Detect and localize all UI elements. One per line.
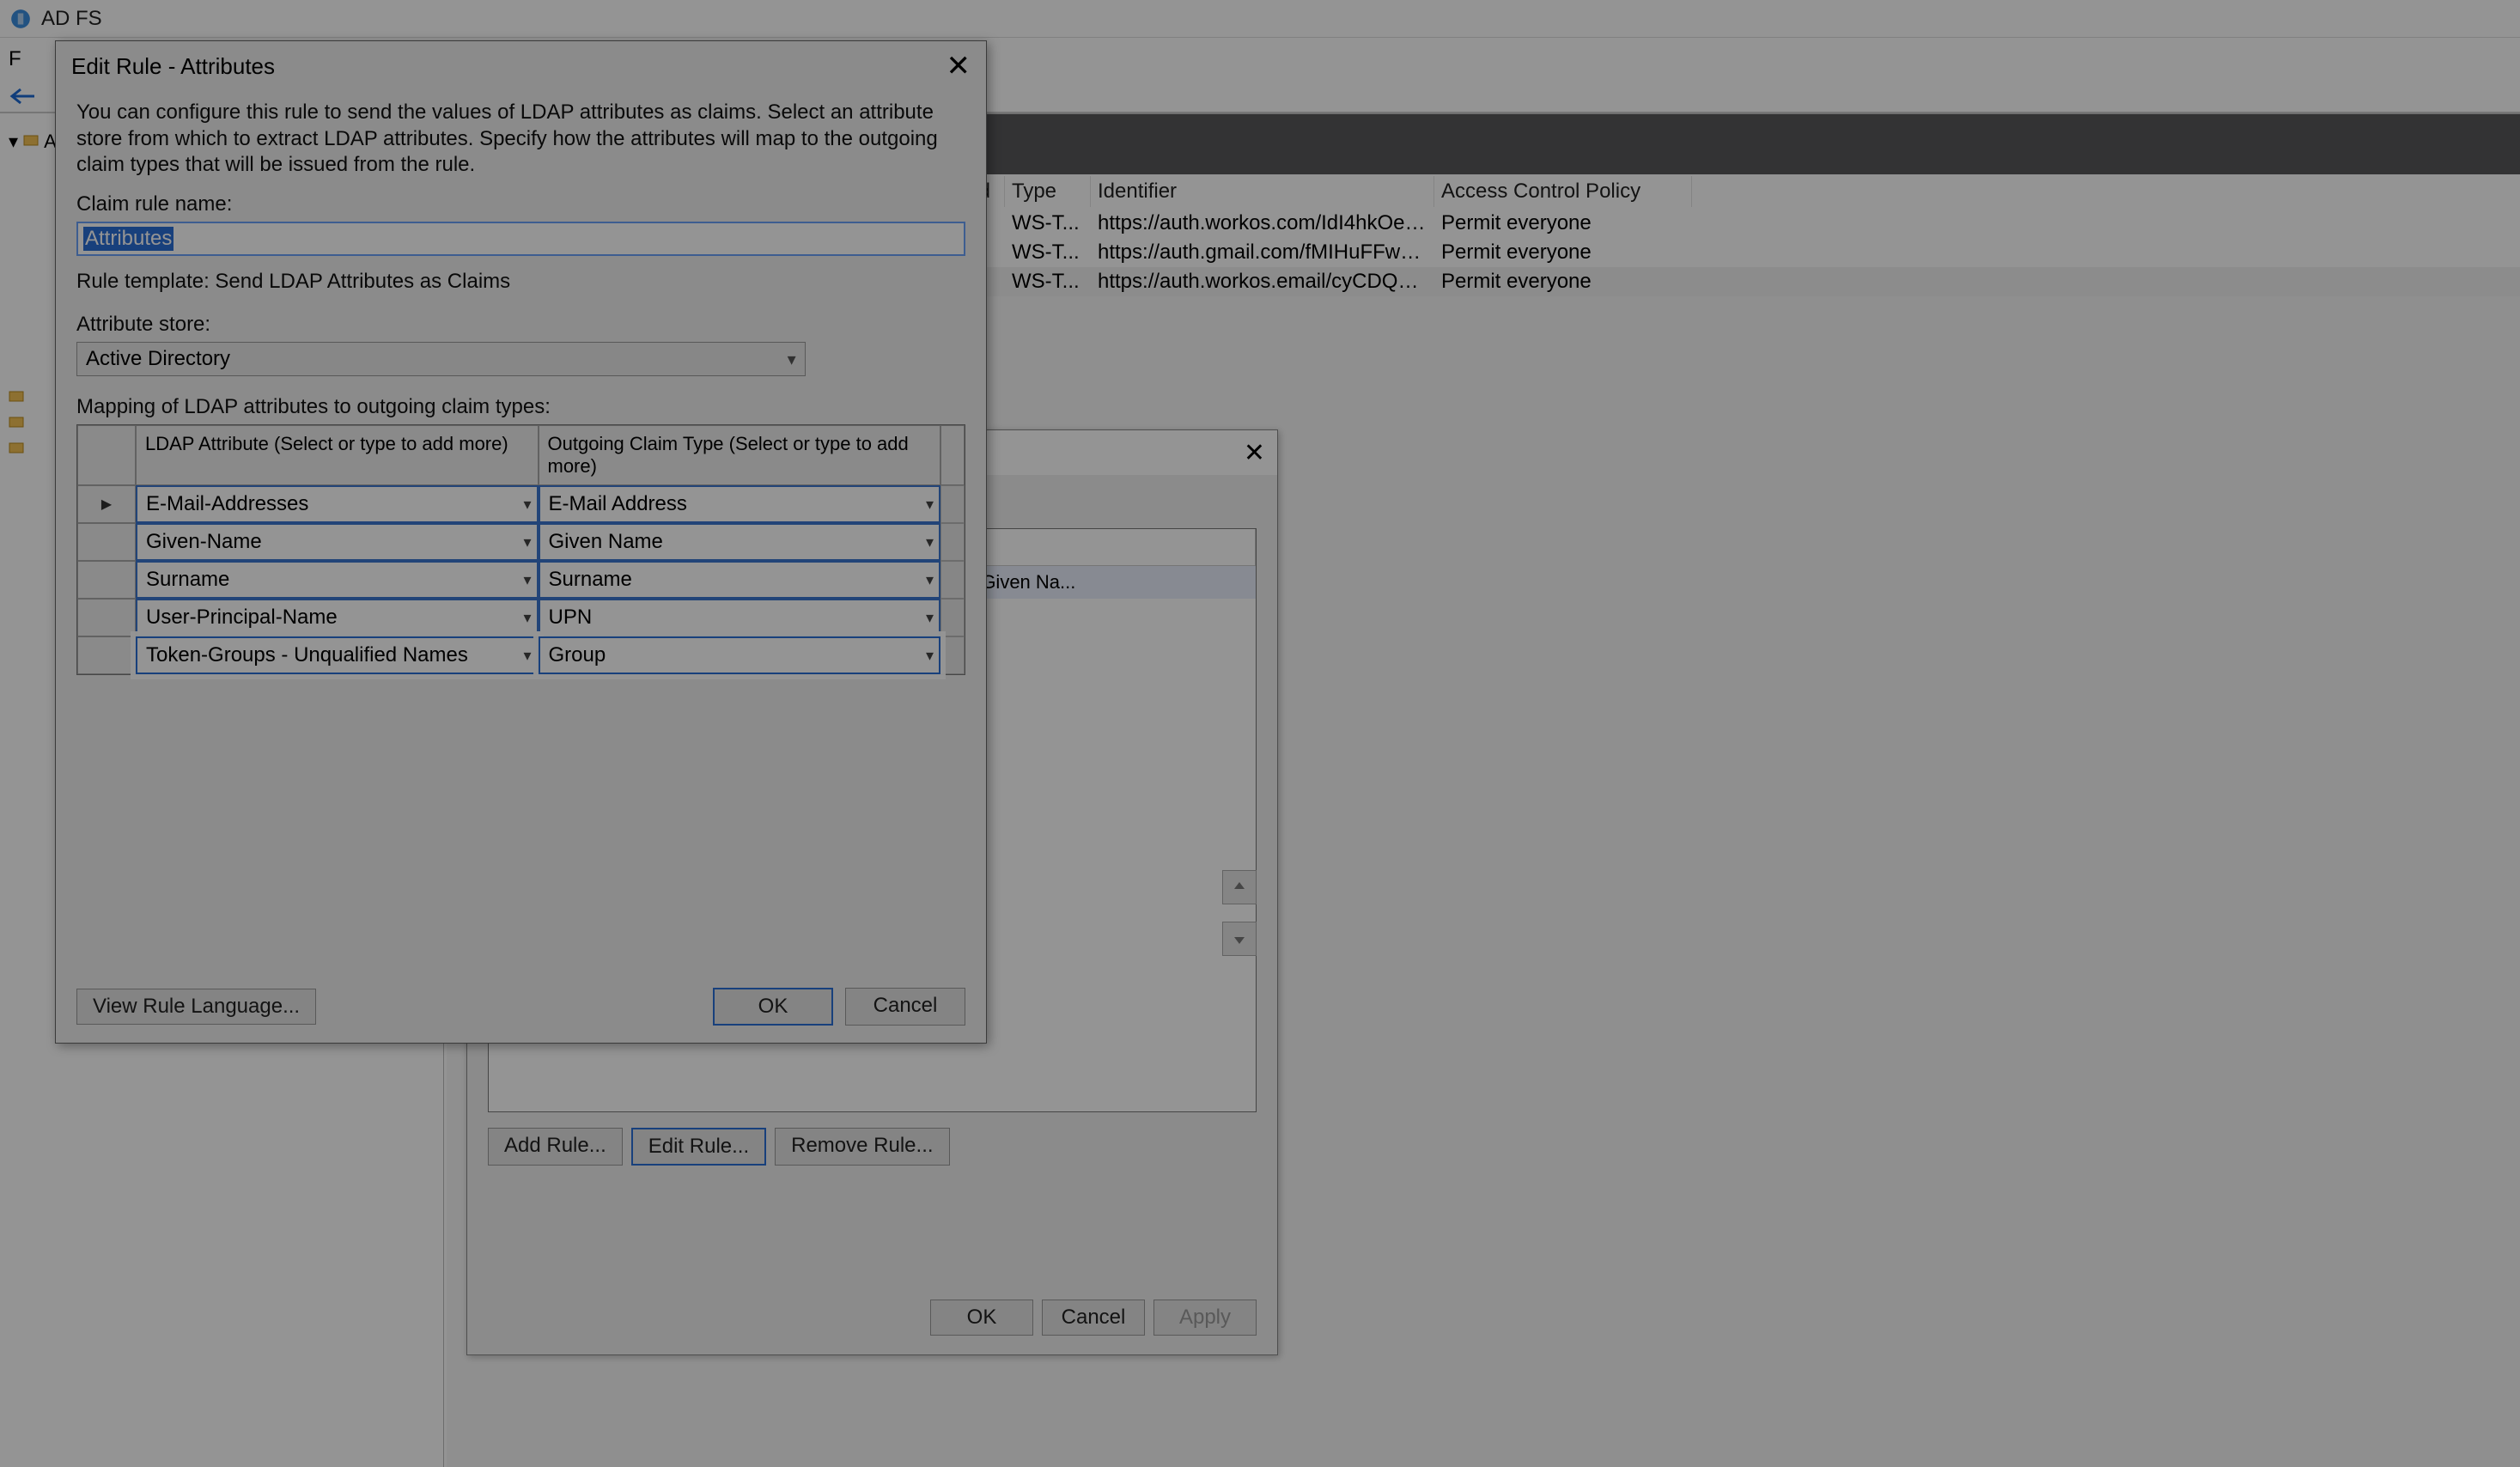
move-down-button[interactable] [1222, 922, 1257, 956]
adfs-icon [9, 7, 33, 31]
cancel-button[interactable]: Cancel [845, 988, 965, 1026]
attribute-store-select[interactable]: Active Directory ▾ [76, 342, 806, 376]
add-rule-button[interactable]: Add Rule... [488, 1128, 623, 1166]
chevron-down-icon[interactable]: ▾ [523, 571, 531, 589]
close-icon[interactable]: ✕ [1244, 438, 1265, 468]
mapping-row[interactable]: E-Mail-Addresses▾ E-Mail Address▾ [77, 485, 965, 523]
mapping-grid[interactable]: LDAP Attribute (Select or type to add mo… [76, 424, 965, 675]
mapping-row[interactable]: User-Principal-Name▾ UPN▾ [77, 599, 965, 636]
folder-icon [9, 412, 26, 429]
chevron-down-icon[interactable]: ▾ [926, 533, 934, 551]
app-title: AD FS [41, 7, 102, 31]
ok-button[interactable]: OK [930, 1300, 1033, 1336]
chevron-down-icon[interactable]: ▾ [523, 496, 531, 514]
label-attribute-store: Attribute store: [76, 313, 965, 337]
move-up-button[interactable] [1222, 870, 1257, 904]
claim-rule-name-input[interactable]: Attributes [76, 222, 965, 256]
col-outgoing-claim: Outgoing Claim Type (Select or type to a… [539, 425, 941, 485]
col-type: Type [1005, 176, 1091, 207]
folder-icon [9, 438, 26, 455]
col-ldap-attribute: LDAP Attribute (Select or type to add mo… [136, 425, 539, 485]
row-indicator-icon [77, 636, 136, 674]
mapping-row[interactable]: Given-Name▾ Given Name▾ [77, 523, 965, 561]
dialog-titlebar: Edit Rule - Attributes ✕ [56, 41, 986, 91]
remove-rule-button[interactable]: Remove Rule... [775, 1128, 949, 1166]
cancel-button[interactable]: Cancel [1042, 1300, 1145, 1336]
row-indicator-icon [77, 485, 136, 523]
chevron-down-icon[interactable]: ▾ [523, 647, 531, 665]
menu-file[interactable]: F [9, 47, 21, 71]
row-indicator-icon [77, 599, 136, 636]
chevron-down-icon[interactable]: ▾ [926, 609, 934, 627]
label-rule-template: Rule template: Send LDAP Attributes as C… [76, 270, 965, 294]
chevron-down-icon[interactable]: ▾ [523, 609, 531, 627]
col-policy: Access Control Policy [1434, 176, 1692, 207]
apply-button[interactable]: Apply [1153, 1300, 1257, 1336]
chevron-down-icon[interactable]: ▾ [523, 533, 531, 551]
attribute-store-value: Active Directory [86, 347, 230, 371]
edit-rule-dialog: Edit Rule - Attributes ✕ You can configu… [55, 40, 987, 1044]
view-rule-language-button[interactable]: View Rule Language... [76, 989, 316, 1025]
mapping-row-highlighted[interactable]: Token-Groups - Unqualified Names▾ Group▾ [77, 636, 965, 674]
mapping-row[interactable]: Surname▾ Surname▾ [77, 561, 965, 599]
chevron-down-icon[interactable]: ▾ [926, 571, 934, 589]
ok-button[interactable]: OK [713, 988, 833, 1026]
close-icon[interactable]: ✕ [947, 52, 971, 81]
chevron-down-icon[interactable]: ▾ [926, 647, 934, 665]
folder-icon [9, 387, 26, 404]
chevron-down-icon: ▾ [788, 349, 796, 370]
row-indicator-icon [77, 523, 136, 561]
label-mapping: Mapping of LDAP attributes to outgoing c… [76, 395, 965, 419]
label-claim-rule-name: Claim rule name: [76, 192, 965, 216]
edit-rule-button[interactable]: Edit Rule... [631, 1128, 766, 1166]
edit-rule-intro: You can configure this rule to send the … [76, 100, 965, 179]
back-arrow-icon[interactable] [9, 86, 38, 113]
app-titlebar: AD FS [0, 0, 2520, 38]
chevron-down-icon[interactable]: ▾ [926, 496, 934, 514]
edit-rule-title: Edit Rule - Attributes [71, 53, 275, 80]
col-identifier: Identifier [1091, 176, 1434, 207]
row-indicator-icon [77, 561, 136, 599]
folder-icon [23, 131, 40, 148]
